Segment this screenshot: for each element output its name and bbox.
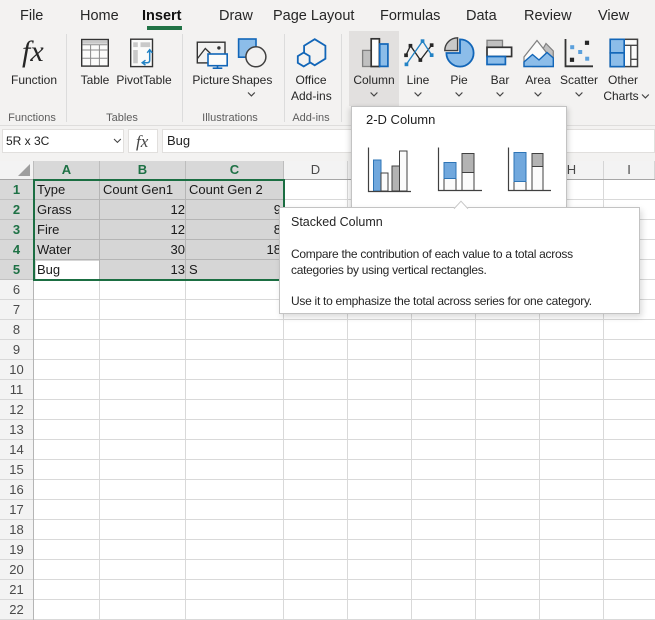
svg-text:fx: fx [22,35,44,68]
svg-text:fx: fx [136,132,149,151]
